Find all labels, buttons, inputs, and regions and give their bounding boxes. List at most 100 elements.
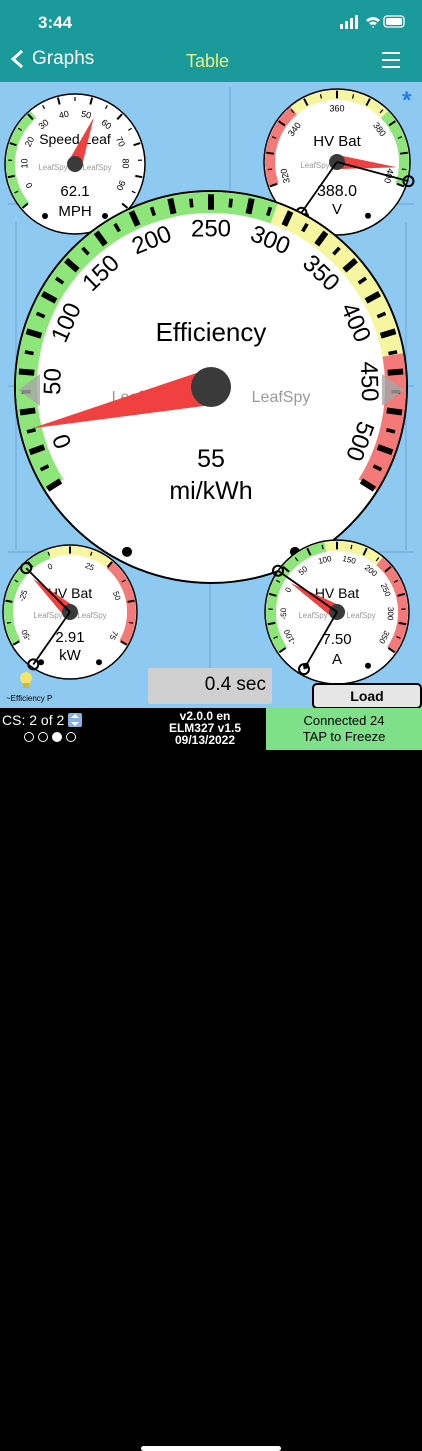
menu-icon — [382, 50, 400, 70]
gauge-minor-tick — [386, 430, 395, 432]
gauge-title: Efficiency — [156, 317, 267, 347]
refresh-interval-text: 0.4 sec — [205, 674, 266, 696]
gauge-tick — [20, 410, 35, 412]
menu-button[interactable] — [382, 50, 400, 75]
status-bar: 3:44 — [0, 0, 422, 44]
gauge-unit: mi/kWh — [169, 477, 252, 505]
gauge-unit: A — [332, 651, 342, 668]
page-indicator — [24, 732, 76, 742]
gauge-tick — [170, 199, 173, 214]
nav-bar: Graphs Table — [0, 44, 422, 82]
gauge-tick — [268, 623, 276, 624]
gauge-watermark: LeafSpy — [298, 611, 327, 620]
gauge-area: 0102030405060708090LeafSpyLeafSpySpeed L… — [0, 82, 422, 708]
gauge-minor-tick — [230, 199, 231, 208]
gauge-tick-label: 80 — [121, 158, 131, 168]
gauges-canvas: 0102030405060708090LeafSpyLeafSpySpeed L… — [0, 82, 422, 708]
gauge-tick-label: 450 — [355, 361, 383, 402]
page-dot — [66, 732, 76, 742]
gauge-title: HV Bat — [313, 133, 361, 150]
gauge-tick — [27, 331, 42, 335]
gauge-tick-label: 50 — [39, 368, 67, 396]
gauge-dot — [102, 213, 108, 219]
gauge-dot — [42, 213, 48, 219]
connected-freeze-button[interactable]: Connected 24 TAP to Freeze — [266, 708, 422, 750]
gauge-tick-label: -50 — [279, 607, 288, 619]
signal-wifi-battery-icon — [340, 14, 406, 30]
gauge-watermark: LeafSpy — [346, 611, 375, 620]
gauge-tick — [19, 372, 34, 373]
hv-power-gauge: -50-250255075LeafSpyLeafSpyHV Bat2.91kW — [3, 545, 137, 679]
refresh-interval-display[interactable]: 0.4 sec — [148, 668, 272, 704]
gauge-value: 62.1 — [60, 183, 89, 200]
gauge-unit: kW — [59, 647, 82, 664]
gauge-tick — [128, 601, 135, 602]
status-time: 3:44 — [38, 13, 72, 33]
gauge-hub — [67, 156, 83, 172]
gauge-minor-tick — [191, 199, 192, 208]
gauge-tick — [381, 331, 396, 335]
hv-current-gauge: -100-50050100150200250300350LeafSpyLeafS… — [265, 540, 409, 684]
efficiency-gauge: 050100150200250300350400450500LeafSpyLea… — [15, 191, 407, 583]
gauge-dot — [303, 663, 309, 669]
freeze-hint: TAP to Freeze — [266, 729, 422, 745]
page-dot — [38, 732, 48, 742]
date-line: 09/13/2022 — [150, 734, 260, 746]
gauge-watermark: LeafSpy — [77, 611, 106, 620]
gauge-title: Speed Leaf — [39, 131, 111, 147]
gauge-watermark: LeafSpy — [38, 163, 67, 172]
cs-label[interactable]: CS: 2 of 2 — [2, 712, 82, 728]
stepper-icon[interactable] — [68, 713, 82, 727]
gauge-value: 7.50 — [322, 631, 351, 648]
gauge-tick — [8, 176, 15, 177]
gauge-dot — [96, 659, 102, 665]
efficiency-period-label: ~Efficiency P — [6, 694, 52, 703]
gauge-tick-label: 300 — [386, 607, 395, 621]
gauge-minor-tick — [7, 622, 11, 623]
gauge-value: 388.0 — [317, 183, 357, 200]
gauge-tick-label: 10 — [19, 158, 29, 168]
gauge-value: 55 — [197, 445, 225, 473]
gauge-watermark: LeafSpy — [252, 389, 311, 406]
bluetooth-icon: * — [402, 87, 412, 114]
gauge-unit: MPH — [58, 203, 91, 220]
bottom-bar: CS: 2 of 2 v2.0.0 en ELM327 v1.5 09/13/2… — [0, 708, 422, 750]
chevron-left-icon — [8, 48, 26, 70]
gauge-value: 2.91 — [55, 629, 84, 646]
lightbulb-icon[interactable] — [20, 672, 32, 688]
gauge-tick-label: 360 — [329, 103, 344, 113]
gauge-hub — [191, 367, 231, 407]
connected-status: Connected 24 — [266, 713, 422, 729]
page-dot-active — [52, 732, 62, 742]
load-button[interactable]: Load — [312, 683, 422, 708]
gauge-dot — [38, 659, 44, 665]
gauge-tick — [387, 410, 402, 412]
gauge-watermark: LeafSpy — [300, 161, 329, 170]
gauge-dot — [122, 547, 132, 557]
back-label: Graphs — [32, 48, 94, 70]
gauge-dot — [365, 213, 371, 219]
home-indicator — [141, 1446, 281, 1451]
gauge-watermark: LeafSpy — [33, 611, 62, 620]
gauge-minor-tick — [129, 622, 133, 623]
page-dot — [24, 732, 34, 742]
gauge-tick — [400, 153, 408, 154]
table-tab[interactable]: Table — [186, 51, 229, 72]
gauge-dot — [365, 663, 371, 669]
gauge-tick — [399, 623, 407, 624]
gauge-watermark: LeafSpy — [82, 163, 111, 172]
back-button[interactable]: Graphs — [8, 48, 94, 70]
gauge-tick — [135, 176, 142, 177]
gauge-minor-tick — [27, 430, 36, 432]
gauge-unit: V — [332, 201, 342, 218]
gauge-tick — [388, 372, 403, 373]
status-icons — [340, 14, 406, 35]
gauge-minor-tick — [388, 352, 397, 354]
gauge-minor-tick — [25, 352, 34, 354]
gauge-tick-label: 250 — [191, 215, 231, 242]
version-info: v2.0.0 en ELM327 v1.5 09/13/2022 — [150, 710, 260, 746]
cs-label-text: CS: 2 of 2 — [2, 712, 64, 728]
gauge-tick — [248, 199, 251, 214]
gauge-tick — [5, 601, 12, 602]
gauge-tick — [266, 153, 274, 154]
